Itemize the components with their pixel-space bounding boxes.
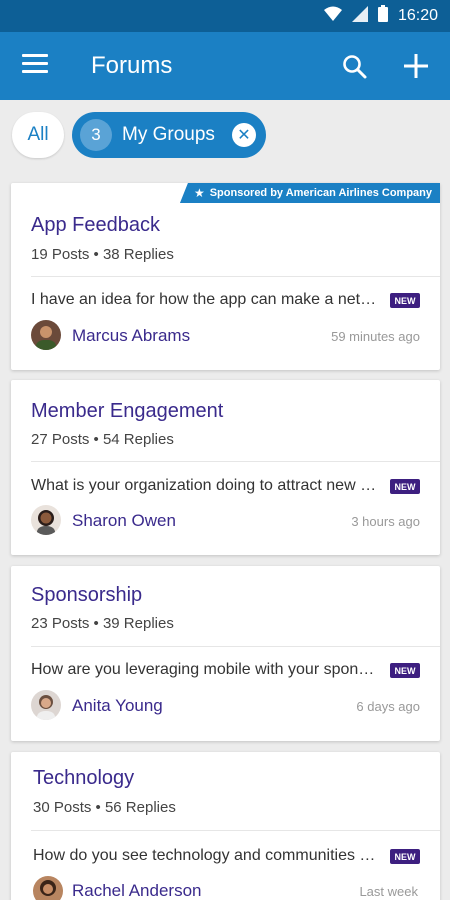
add-icon[interactable]: [402, 52, 430, 80]
avatar: [31, 320, 61, 350]
close-icon[interactable]: ✕: [232, 123, 256, 147]
new-badge: NEW: [390, 293, 420, 308]
wifi-icon: [323, 6, 342, 27]
page-title: Forums: [91, 52, 173, 79]
forum-card[interactable]: ★ Sponsored by American Airlines Company…: [11, 183, 440, 370]
avatar: [31, 505, 61, 535]
battery-icon: [377, 5, 388, 27]
divider: [31, 646, 440, 647]
status-time: 16:20: [397, 7, 438, 24]
forum-title: App Feedback: [31, 214, 160, 236]
new-badge: NEW: [390, 849, 420, 864]
timestamp: 6 days ago: [356, 699, 420, 714]
divider: [31, 830, 440, 831]
divider: [31, 461, 440, 462]
star-icon: ★: [193, 186, 205, 200]
app-bar: Forums: [0, 32, 450, 100]
new-badge: NEW: [390, 479, 420, 494]
divider: [31, 276, 440, 277]
post-preview: What is your organization doing to attra…: [31, 477, 379, 494]
forum-title: Sponsorship: [31, 584, 143, 606]
avatar: [33, 876, 63, 900]
groups-chip-label: My Groups: [122, 124, 215, 145]
timestamp: 59 minutes ago: [331, 329, 420, 344]
forum-card[interactable]: Technology 30 Posts • 56 Replies How do …: [11, 752, 440, 900]
forum-stats: 19 Posts • 38 Replies: [31, 246, 174, 263]
forum-card[interactable]: Member Engagement 27 Posts • 54 Replies …: [11, 380, 440, 555]
timestamp: Last week: [359, 884, 418, 899]
post-preview: How do you see technology and communitie…: [33, 847, 381, 864]
forum-card[interactable]: Sponsorship 23 Posts • 39 Replies How ar…: [11, 566, 440, 741]
author-name[interactable]: Sharon Owen: [72, 511, 176, 531]
signal-icon: [351, 5, 368, 27]
forum-stats: 27 Posts • 54 Replies: [31, 431, 174, 448]
search-icon[interactable]: [342, 54, 368, 80]
forum-title: Member Engagement: [31, 400, 224, 422]
menu-icon[interactable]: [22, 54, 48, 76]
filter-all-chip[interactable]: All: [12, 112, 64, 158]
sponsored-text: Sponsored by American Airlines Company: [209, 187, 432, 199]
author-name[interactable]: Anita Young: [72, 696, 163, 716]
new-badge: NEW: [390, 663, 420, 678]
filter-chips: All 3 My Groups ✕: [12, 112, 266, 160]
post-preview: I have an idea for how the app can make …: [31, 291, 379, 308]
avatar: [31, 690, 61, 720]
groups-count-badge: 3: [80, 119, 112, 151]
post-preview: How are you leveraging mobile with your …: [31, 661, 379, 678]
forum-title: Technology: [33, 767, 135, 789]
forum-stats: 30 Posts • 56 Replies: [33, 799, 176, 816]
forum-stats: 23 Posts • 39 Replies: [31, 615, 174, 632]
timestamp: 3 hours ago: [351, 514, 420, 529]
status-bar: 16:20: [0, 0, 450, 32]
sponsored-banner: ★ Sponsored by American Airlines Company: [179, 183, 440, 203]
filter-my-groups-chip[interactable]: 3 My Groups ✕: [72, 112, 266, 158]
author-name[interactable]: Rachel Anderson: [72, 881, 201, 900]
author-name[interactable]: Marcus Abrams: [72, 326, 190, 346]
